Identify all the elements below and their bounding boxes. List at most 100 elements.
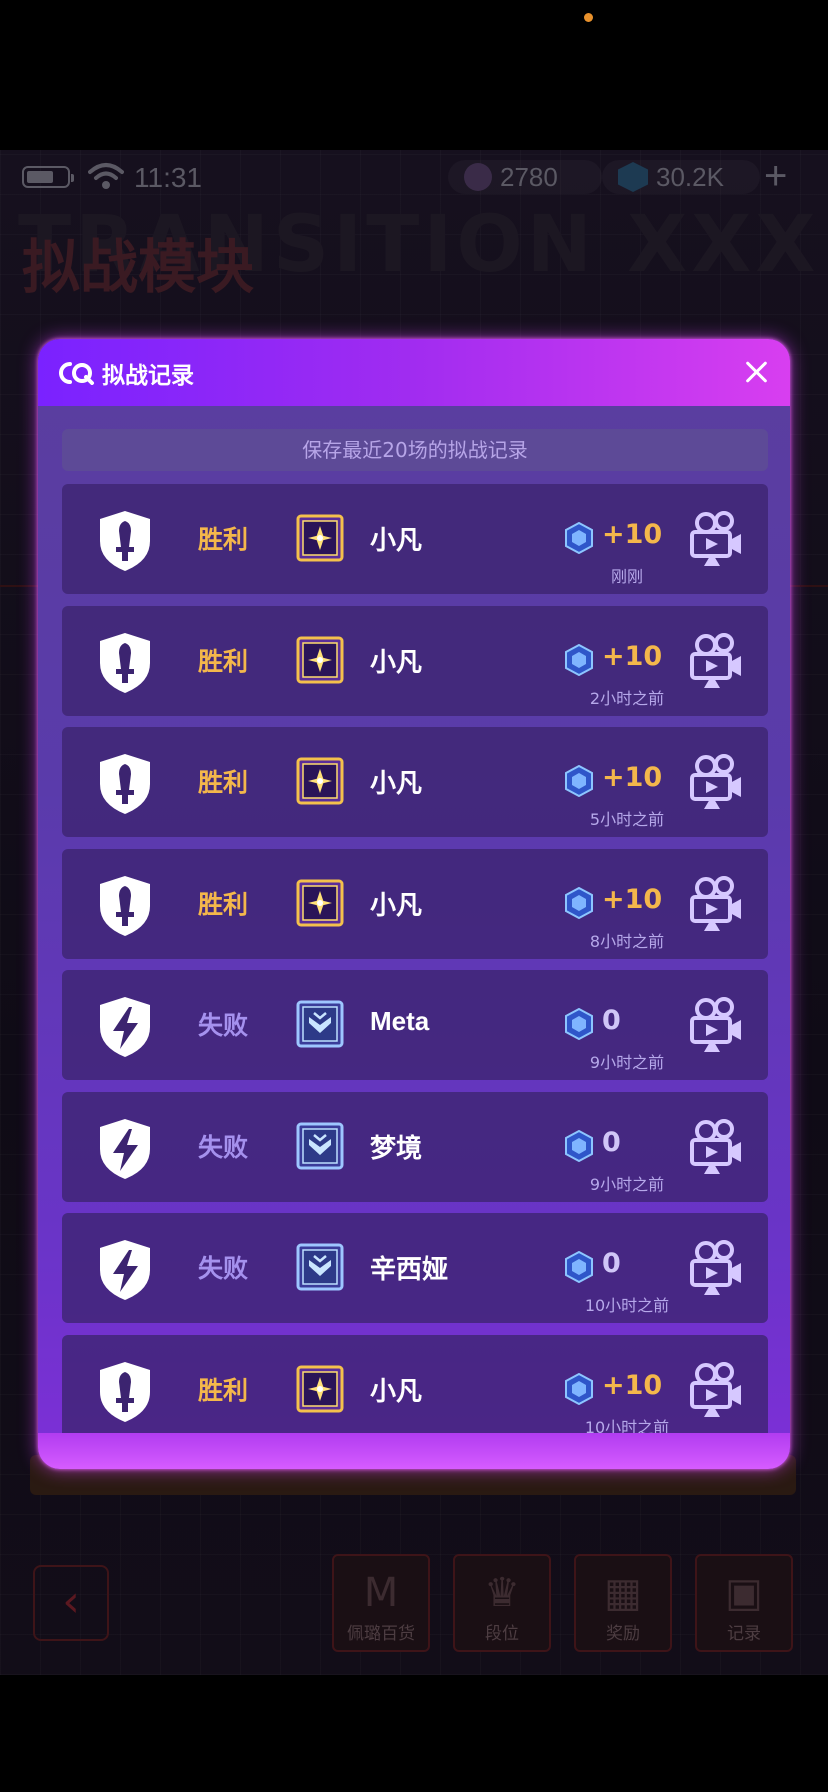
hex-gem-icon xyxy=(564,764,594,798)
record-time: 10小时之前 xyxy=(584,1296,670,1315)
points-change: +10 xyxy=(602,883,663,915)
replay-video-button[interactable] xyxy=(688,1239,744,1297)
video-icon: ▣ xyxy=(725,1570,763,1616)
shop-icon: M xyxy=(363,1570,399,1616)
record-time: 10小时之前 xyxy=(584,1417,670,1435)
replay-video-button[interactable] xyxy=(688,510,744,568)
lightning-shield-icon xyxy=(96,995,154,1059)
hex-gem-icon xyxy=(564,1250,594,1284)
opponent-name: Meta xyxy=(370,1006,430,1036)
close-button[interactable] xyxy=(740,356,772,388)
rank-badge-icon xyxy=(294,876,346,930)
coin-icon xyxy=(464,163,492,191)
nav-rank-label: 段位 xyxy=(485,1624,519,1644)
opponent-name: 小凡 xyxy=(370,768,423,798)
replay-video-button[interactable] xyxy=(688,1118,744,1176)
rank-badge-icon xyxy=(294,1119,346,1173)
add-currency-button[interactable]: + xyxy=(764,154,787,199)
replay-video-button[interactable] xyxy=(688,875,744,933)
hex-gem-icon xyxy=(564,1372,594,1405)
trophy-icon: ♛ xyxy=(484,1570,520,1616)
nav-shop-label: 佩璐百货 xyxy=(347,1624,415,1644)
record-time: 8小时之前 xyxy=(589,931,665,951)
record-time: 2小时之前 xyxy=(589,688,665,708)
camera-indicator xyxy=(584,13,593,22)
record-row[interactable]: 失败 梦境 0 9小时之前 xyxy=(62,1091,768,1202)
result-label: 失败 xyxy=(198,1254,249,1283)
result-label: 失败 xyxy=(198,1132,249,1162)
points-change: +10 xyxy=(602,762,663,793)
battery-icon xyxy=(22,166,74,188)
record-time: 9小时之前 xyxy=(589,1053,665,1072)
replay-video-button[interactable] xyxy=(688,753,744,811)
record-row[interactable]: 胜利 小凡 +10 5小时之前 xyxy=(62,727,768,837)
points-change: +10 xyxy=(602,640,663,672)
background-page-title: 拟战模块 xyxy=(22,233,255,301)
coin-balance[interactable]: 2780 xyxy=(448,160,602,194)
result-label: 胜利 xyxy=(198,1375,249,1405)
back-button[interactable]: ‹ xyxy=(33,1565,109,1641)
sword-shield-icon xyxy=(96,631,154,695)
gem-balance[interactable]: 30.2K xyxy=(602,160,760,194)
record-row[interactable]: 失败 辛西娅 0 10小时之前 xyxy=(62,1213,768,1323)
rank-badge-icon xyxy=(294,1362,346,1416)
record-row[interactable]: 胜利 小凡 +10 10小时之前 xyxy=(62,1334,768,1435)
points-change: 0 xyxy=(602,1005,621,1036)
app-screen: TRANSITION XXX 拟战模块 ‹ M 佩璐百货 ♛ 段位 ▦ 奖励 ▣… xyxy=(0,0,828,1792)
rank-badge-icon xyxy=(294,754,346,808)
records-logo-icon xyxy=(59,362,94,385)
sword-shield-icon xyxy=(96,874,154,938)
record-time: 9小时之前 xyxy=(589,1174,665,1194)
result-label: 失败 xyxy=(198,1011,249,1040)
replay-video-button[interactable] xyxy=(688,996,744,1054)
hex-gem-icon xyxy=(564,521,594,555)
result-label: 胜利 xyxy=(198,768,249,797)
records-subtitle: 保存最近20场的拟战记录 xyxy=(62,429,768,471)
result-label: 胜利 xyxy=(198,525,249,554)
hex-gem-icon xyxy=(564,886,594,919)
record-time: 刚刚 xyxy=(610,567,643,586)
lightning-shield-icon xyxy=(96,1117,154,1181)
status-bar: 11:31 2780 30.2K + xyxy=(0,154,828,198)
hex-gem-icon xyxy=(564,643,594,676)
rank-badge-icon xyxy=(294,633,346,687)
gem-icon xyxy=(618,162,648,192)
record-row[interactable]: 失败 Meta 0 9小时之前 xyxy=(62,970,768,1080)
points-change: 0 xyxy=(602,1126,621,1158)
modal-header: 拟战记录 xyxy=(38,339,790,406)
lightning-shield-icon xyxy=(96,1238,154,1302)
records-list[interactable]: 胜利 小凡 +10 刚刚 胜利 小凡 +10 2小时之前 胜利 小凡 +10 5小时之前 胜利 小凡 +10… xyxy=(62,484,768,1434)
clock: 11:31 xyxy=(134,162,202,193)
sword-shield-icon xyxy=(96,1360,154,1424)
points-change: +10 xyxy=(602,519,663,550)
nav-records[interactable]: ▣ 记录 xyxy=(695,1554,793,1652)
opponent-name: 小凡 xyxy=(370,525,423,555)
opponent-name: 小凡 xyxy=(370,646,423,677)
record-time: 5小时之前 xyxy=(589,810,665,829)
nav-shop[interactable]: M 佩璐百货 xyxy=(332,1554,430,1652)
record-row[interactable]: 胜利 小凡 +10 2小时之前 xyxy=(62,605,768,716)
record-row[interactable]: 胜利 小凡 +10 刚刚 xyxy=(62,484,768,594)
gem-amount: 30.2K xyxy=(656,161,724,192)
rank-badge-icon xyxy=(294,511,346,565)
points-change: +10 xyxy=(602,1369,663,1401)
nav-rewards-label: 奖励 xyxy=(606,1624,640,1644)
rank-badge-icon xyxy=(294,1240,346,1294)
nav-rewards[interactable]: ▦ 奖励 xyxy=(574,1554,672,1652)
modal-bottom-edge xyxy=(38,1433,790,1469)
battle-records-modal: 拟战记录 保存最近20场的拟战记录 胜利 小凡 +10 刚刚 胜利 小凡 +10 2小时之前胜… xyxy=(38,339,790,1469)
replay-video-button[interactable] xyxy=(688,1361,744,1419)
coin-amount: 2780 xyxy=(500,161,558,192)
opponent-name: 辛西娅 xyxy=(370,1254,449,1284)
points-change: 0 xyxy=(602,1248,621,1279)
replay-video-button[interactable] xyxy=(688,632,744,690)
result-label: 胜利 xyxy=(198,889,249,919)
opponent-name: 小凡 xyxy=(370,889,423,920)
nav-rank[interactable]: ♛ 段位 xyxy=(453,1554,551,1652)
result-label: 胜利 xyxy=(198,646,249,676)
sword-shield-icon xyxy=(96,509,154,573)
record-row[interactable]: 胜利 小凡 +10 8小时之前 xyxy=(62,848,768,959)
nav-records-label: 记录 xyxy=(727,1624,761,1644)
wifi-icon xyxy=(88,163,124,189)
modal-title: 拟战记录 xyxy=(102,363,194,389)
